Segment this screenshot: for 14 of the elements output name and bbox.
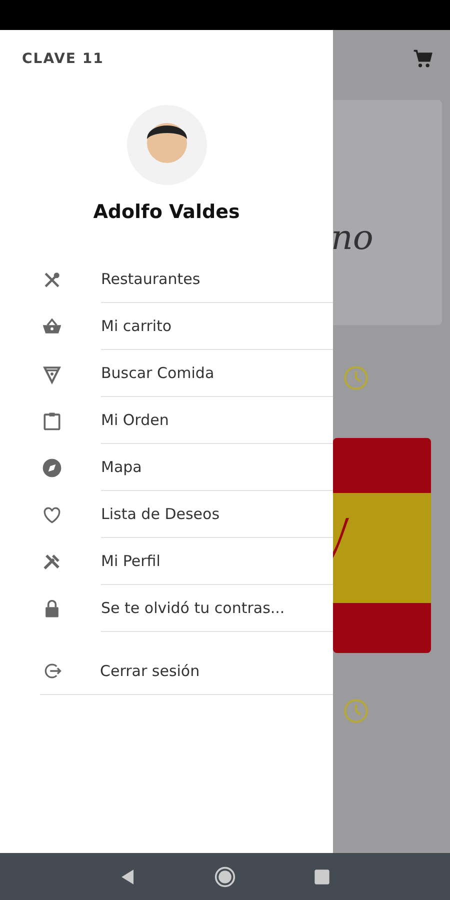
clock-icon bbox=[343, 365, 369, 391]
clock-icon bbox=[343, 698, 369, 724]
user-name: Adolfo Valdes bbox=[92, 201, 241, 223]
card-title: no bbox=[333, 218, 374, 258]
avatar-icon bbox=[126, 105, 206, 185]
logout-item[interactable]: Cerrar sesión bbox=[40, 648, 333, 695]
menu-item[interactable]: Mi Orden bbox=[0, 397, 333, 444]
home-icon[interactable] bbox=[214, 866, 236, 888]
compass-icon bbox=[41, 456, 63, 478]
cart-icon[interactable] bbox=[412, 48, 434, 70]
menu-item[interactable]: Mi carrito bbox=[0, 303, 333, 350]
brand-title: CLAVE 11 bbox=[22, 51, 105, 67]
menu-item[interactable]: Buscar Comida bbox=[0, 350, 333, 397]
menu-item[interactable]: Mapa bbox=[0, 444, 333, 491]
